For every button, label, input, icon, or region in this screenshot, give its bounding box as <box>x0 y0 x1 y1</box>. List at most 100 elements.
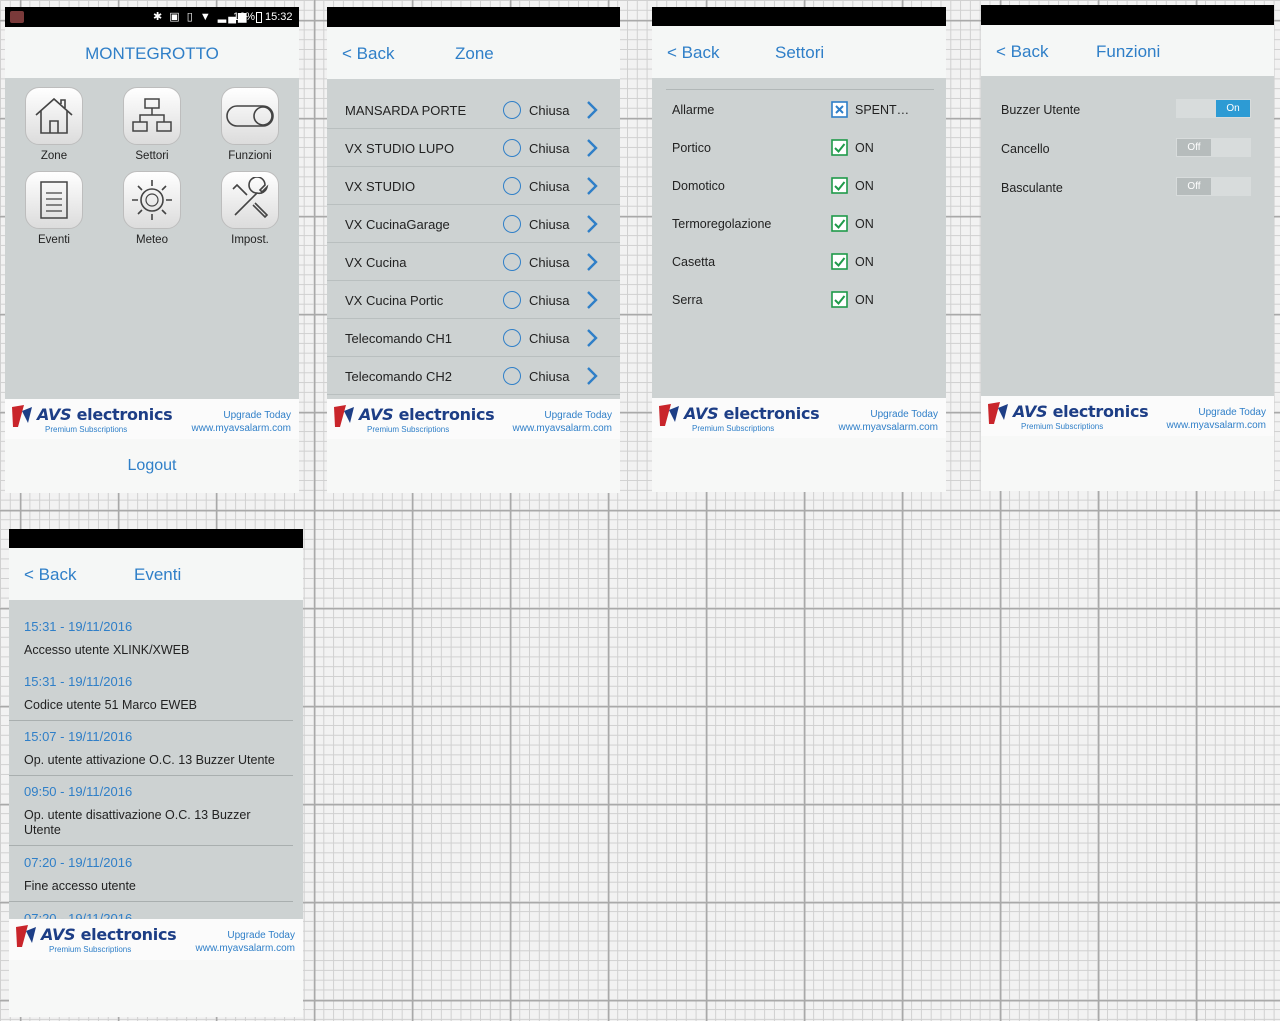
settore-value: ON <box>855 293 874 307</box>
status-bar <box>9 529 303 548</box>
zone-row[interactable]: VX STUDIO LUPO Chiusa <box>327 129 620 167</box>
zone-state: Chiusa <box>529 369 570 384</box>
page-title: Funzioni <box>1096 42 1161 61</box>
ad-brand: AVS electronics <box>41 925 177 944</box>
ad-brand: AVS electronics <box>1013 402 1149 421</box>
funzioni-list: Buzzer Utente On Cancello Off Basculante Off <box>981 76 1274 396</box>
status-circle-icon <box>503 291 521 309</box>
sun-gear-icon <box>123 171 181 229</box>
back-button[interactable]: < Back <box>342 44 394 64</box>
notification-icon <box>10 11 24 23</box>
zone-footer <box>327 439 620 493</box>
settori-header: < Back Settori <box>652 26 946 78</box>
chevron-right-icon[interactable] <box>585 290 599 310</box>
ad-banner[interactable]: AVS electronics Premium Subscriptions Up… <box>9 919 303 960</box>
tile-impostazioni[interactable]: Impost. <box>215 171 285 246</box>
chevron-right-icon[interactable] <box>585 100 599 120</box>
avs-logo-icon <box>12 405 32 427</box>
avs-logo-icon <box>16 925 36 947</box>
ad-brand: AVS electronics <box>359 405 495 424</box>
tile-meteo[interactable]: Meteo <box>117 171 187 246</box>
event-description: Fine accesso utente <box>24 879 136 893</box>
event-time: 09:50 - 19/11/2016 <box>24 784 133 799</box>
checkbox-checked-icon[interactable] <box>831 177 848 194</box>
ad-upgrade: Upgrade Today www.myavsalarm.com <box>195 930 295 954</box>
status-bar: ✱ ▣ ▯ ▼ ▂▄▆ 16% 15:32 <box>5 7 299 27</box>
ad-subtitle: Premium Subscriptions <box>1021 422 1104 431</box>
tile-label: Meteo <box>136 234 168 246</box>
checkbox-checked-icon[interactable] <box>831 291 848 308</box>
zone-row[interactable]: Telecomando CH2 Chiusa <box>327 357 620 395</box>
event-description: Op. utente disattivazione O.C. 13 Buzzer… <box>24 808 251 837</box>
chevron-right-icon[interactable] <box>585 214 599 234</box>
funzioni-screen: < Back Funzioni Buzzer Utente On Cancello O… <box>981 5 1274 491</box>
back-button[interactable]: < Back <box>24 565 76 585</box>
tile-label: Zone <box>40 150 68 162</box>
settore-name: Casetta <box>672 255 716 269</box>
toggle-switch[interactable]: On <box>1176 99 1251 118</box>
back-button[interactable]: < Back <box>996 42 1048 62</box>
ad-banner[interactable]: AVS electronics Premium Subscriptions Up… <box>652 398 946 438</box>
zone-name: VX CucinaGarage <box>345 217 450 232</box>
zone-row[interactable]: VX Cucina Portic Chiusa <box>327 281 620 319</box>
tile-zone[interactable]: Zone <box>19 87 89 162</box>
ad-banner[interactable]: AVS electronics Premium Subscriptions Up… <box>327 399 620 439</box>
home-screen: ✱ ▣ ▯ ▼ ▂▄▆ 16% 15:32 MONTEGROTTO Zone S… <box>5 7 299 493</box>
home-footer: Logout <box>5 439 299 493</box>
chevron-right-icon[interactable] <box>585 328 599 348</box>
funzione-name: Basculante <box>1001 181 1063 195</box>
checkbox-checked-icon[interactable] <box>831 215 848 232</box>
zone-name: MANSARDA PORTE <box>345 103 467 118</box>
home-icon <box>25 87 83 145</box>
document-list-icon <box>25 171 83 229</box>
eventi-footer <box>9 960 303 1017</box>
checkbox-cross-icon[interactable] <box>831 101 848 118</box>
zone-row[interactable]: Telecomando CH1 Chiusa <box>327 319 620 357</box>
zone-state: Chiusa <box>529 103 570 118</box>
eventi-list: 15:31 - 19/11/2016 Accesso utente XLINK/X… <box>9 600 303 920</box>
ad-subtitle: Premium Subscriptions <box>692 424 775 433</box>
zone-row[interactable]: VX STUDIO Chiusa <box>327 167 620 205</box>
home-header: MONTEGROTTO <box>5 27 299 78</box>
chevron-right-icon[interactable] <box>585 366 599 386</box>
logout-button[interactable]: Logout <box>5 457 299 475</box>
tile-eventi[interactable]: Eventi <box>19 171 89 246</box>
tile-funzioni[interactable]: Funzioni <box>215 87 285 162</box>
ad-banner[interactable]: AVS electronics Premium Subscriptions Up… <box>5 399 299 439</box>
funzione-name: Buzzer Utente <box>1001 103 1081 117</box>
zone-row[interactable]: VX CucinaGarage Chiusa <box>327 205 620 243</box>
chevron-right-icon[interactable] <box>585 252 599 272</box>
avs-logo-icon <box>659 404 679 426</box>
funzioni-footer <box>981 436 1274 491</box>
settore-name: Allarme <box>672 103 715 117</box>
ad-subtitle: Premium Subscriptions <box>45 425 128 434</box>
event-description: Op. utente attivazione O.C. 13 Buzzer Ut… <box>24 753 275 767</box>
tile-settori[interactable]: Settori <box>117 87 187 162</box>
status-circle-icon <box>503 329 521 347</box>
zone-state: Chiusa <box>529 217 570 232</box>
zone-name: VX STUDIO LUPO <box>345 141 455 156</box>
zone-row[interactable]: VX Cucina Chiusa <box>327 243 620 281</box>
zone-list: MANSARDA PORTE Chiusa VX STUDIO LUPO Chiusa… <box>327 79 620 399</box>
page-title: Zone <box>455 44 494 63</box>
chevron-right-icon[interactable] <box>585 138 599 158</box>
settore-name: Termoregolazione <box>672 217 772 231</box>
ad-brand: AVS electronics <box>37 405 173 424</box>
ad-subtitle: Premium Subscriptions <box>367 425 450 434</box>
funzioni-header: < Back Funzioni <box>981 25 1274 76</box>
ad-upgrade: Upgrade Today www.myavsalarm.com <box>191 410 291 434</box>
checkbox-checked-icon[interactable] <box>831 139 848 156</box>
event-time: 07:20 - 19/11/2016 <box>24 855 133 870</box>
zone-row[interactable]: MANSARDA PORTE Chiusa <box>327 91 620 129</box>
toggle-switch[interactable]: Off <box>1176 177 1251 196</box>
back-button[interactable]: < Back <box>667 43 719 63</box>
eventi-header: < Back Eventi <box>9 548 303 600</box>
sitemap-icon <box>123 87 181 145</box>
page-title: MONTEGROTTO <box>85 44 219 63</box>
ad-banner[interactable]: AVS electronics Premium Subscriptions Up… <box>981 396 1274 436</box>
clock: 15:32 <box>265 11 293 23</box>
checkbox-checked-icon[interactable] <box>831 253 848 270</box>
chevron-right-icon[interactable] <box>585 176 599 196</box>
toggle-switch[interactable]: Off <box>1176 138 1251 157</box>
funzione-name: Cancello <box>1001 142 1050 156</box>
